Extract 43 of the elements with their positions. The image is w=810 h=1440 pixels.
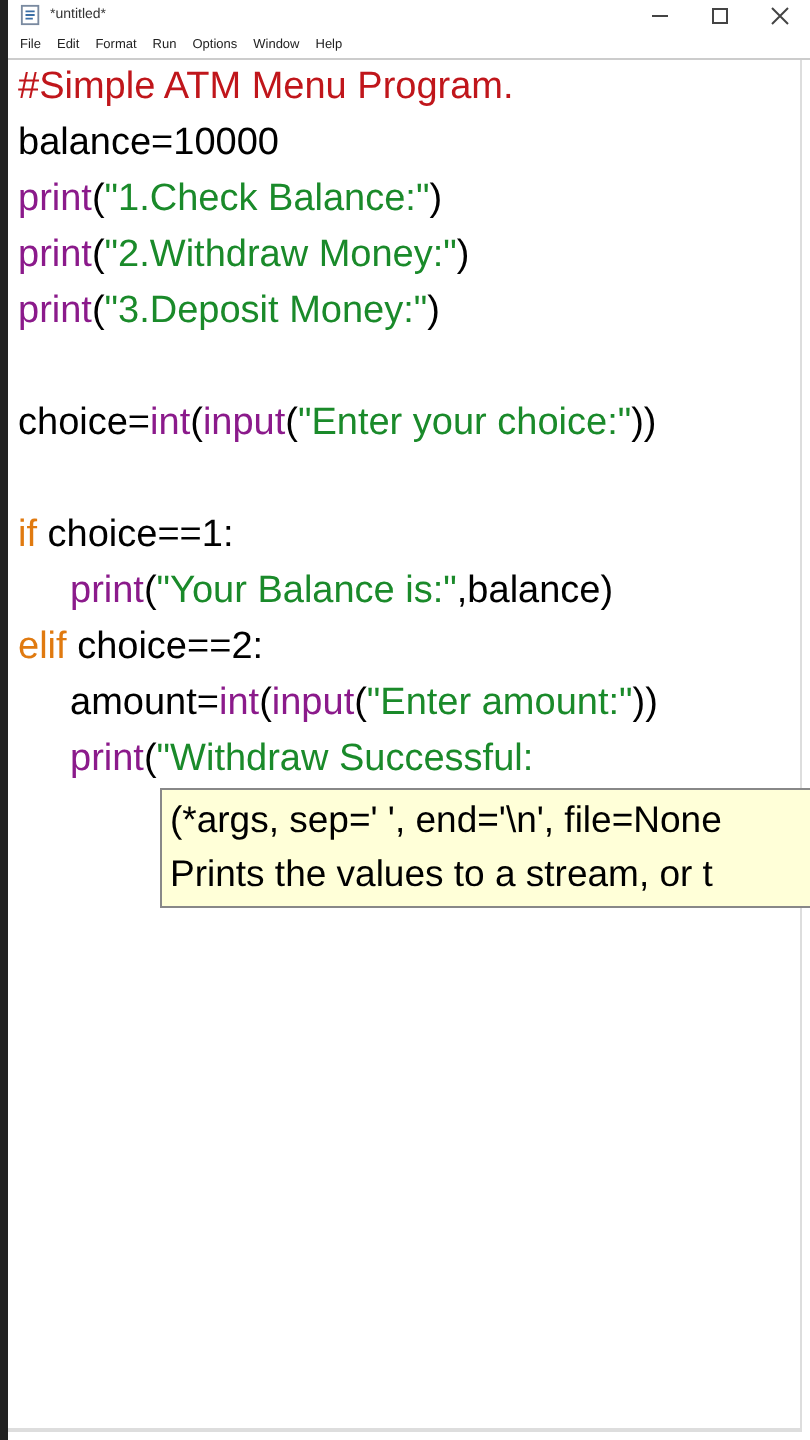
code-text: ( xyxy=(285,402,298,444)
maximize-icon xyxy=(710,5,730,25)
builtin-name: int xyxy=(150,402,191,444)
code-comment: #Simple ATM Menu Program. xyxy=(18,66,514,108)
code-text: balance=10000 xyxy=(18,122,279,164)
code-text: ( xyxy=(190,402,203,444)
code-text: amount= xyxy=(70,682,219,724)
builtin-name: input xyxy=(271,682,355,724)
builtin-name: print xyxy=(18,234,92,276)
builtin-name: print xyxy=(18,290,92,332)
builtin-name: print xyxy=(70,570,144,612)
code-text: choice==1: xyxy=(45,514,234,556)
code-text: ( xyxy=(91,290,105,332)
builtin-name: input xyxy=(202,402,286,444)
calltip-text: Prints the values to a stream, or t xyxy=(170,850,715,898)
code-text: ( xyxy=(259,682,272,724)
string-literal: "Enter your choice:" xyxy=(297,402,632,444)
code-text: )) xyxy=(631,402,657,444)
code-text: ( xyxy=(354,682,367,724)
builtin-name: print xyxy=(70,738,144,780)
string-literal: "3.Deposit Money:" xyxy=(104,290,428,332)
string-literal: "Enter amount:" xyxy=(366,682,633,724)
string-literal: "Withdraw Successful: xyxy=(156,738,534,780)
code-text: ( xyxy=(91,234,105,276)
string-literal: "1.Check Balance:" xyxy=(104,178,430,220)
string-literal: "2.Withdraw Money:" xyxy=(104,234,457,276)
code-keyword: elif xyxy=(18,626,67,668)
code-text: choice= xyxy=(18,402,151,444)
code-text: ( xyxy=(143,738,157,780)
code-text: ) xyxy=(456,234,470,276)
string-literal: "Your Balance is:" xyxy=(156,570,457,612)
code-text: ( xyxy=(143,570,157,612)
builtin-name: int xyxy=(218,682,260,724)
code-text: ) xyxy=(429,178,443,220)
builtin-name: print xyxy=(18,178,92,220)
close-icon xyxy=(770,5,790,25)
code-text: ( xyxy=(91,178,105,220)
code-text: ,balance) xyxy=(456,570,614,612)
code-keyword: if xyxy=(18,514,37,556)
code-text: ) xyxy=(427,290,440,332)
code-text: )) xyxy=(632,682,658,724)
code-text: choice==2: xyxy=(75,626,264,668)
calltip-text: (*args, sep=' ', end='\n', file=None xyxy=(170,796,724,844)
